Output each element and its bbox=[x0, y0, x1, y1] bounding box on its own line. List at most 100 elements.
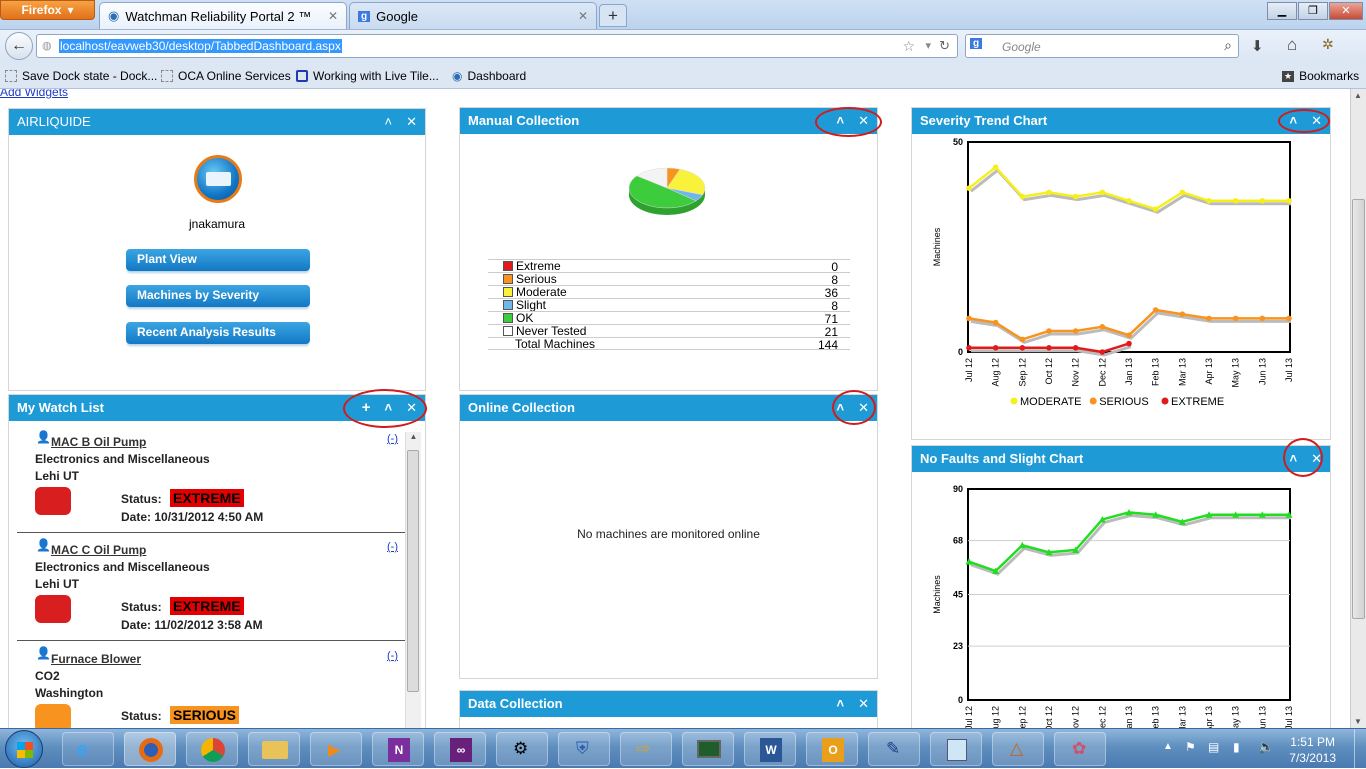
tools-icon[interactable]: ⚙ bbox=[496, 732, 548, 766]
remove-link[interactable]: (-) bbox=[387, 541, 398, 553]
search-input[interactable]: g Google ⌕ bbox=[965, 34, 1239, 58]
start-button[interactable] bbox=[5, 730, 43, 768]
machine-location: Lehi UT bbox=[35, 469, 79, 483]
drafting-icon[interactable]: △ bbox=[992, 732, 1044, 766]
close-tab-icon[interactable]: ✕ bbox=[328, 9, 338, 23]
network-icon[interactable]: ▮ bbox=[1233, 740, 1240, 754]
show-hidden-icons[interactable]: ▲ bbox=[1163, 741, 1173, 752]
firefox-menu-button[interactable]: Firefox ▾ bbox=[0, 0, 95, 20]
severity-trend-chart: 50 0 Machines Jul 12 Aug 12 Sep 12 Oct 12 Nov 1… bbox=[932, 138, 1294, 408]
tab-label: Google bbox=[376, 8, 419, 24]
machine-location: Lehi UT bbox=[35, 577, 79, 591]
annotation-circle bbox=[832, 390, 876, 425]
close-tab-icon[interactable]: ✕ bbox=[578, 9, 588, 23]
site-info-icon[interactable]: ◍ bbox=[42, 39, 52, 52]
maximize-button[interactable]: ❐ bbox=[1298, 2, 1328, 20]
file-transfer-icon[interactable]: ⇨ bbox=[620, 732, 672, 766]
pen-tool-icon[interactable]: ✎ bbox=[868, 732, 920, 766]
back-button[interactable]: ← bbox=[5, 32, 33, 60]
empty-message: No machines are monitored online bbox=[577, 527, 760, 541]
x-tick-label: Jan 13 bbox=[1124, 706, 1134, 728]
url-bar[interactable]: ◍ localhost/eavweb30/desktop/TabbedDashb… bbox=[36, 34, 958, 58]
bookmark-item[interactable]: Save Dock state - Dock... bbox=[5, 69, 157, 83]
minimize-button[interactable]: ▁ bbox=[1267, 2, 1297, 20]
firefox-icon[interactable] bbox=[124, 732, 176, 766]
internet-explorer-icon[interactable]: e bbox=[62, 732, 114, 766]
nofaults-panel: No Faults and Slight Chart ˄ ✕ 90 68 45 23 0 M… bbox=[911, 445, 1331, 728]
page-scrollbar[interactable]: ▲ ▼ bbox=[1350, 89, 1366, 728]
remove-link[interactable]: (-) bbox=[387, 433, 398, 445]
home-icon[interactable]: ⌂ bbox=[1287, 35, 1297, 55]
visual-studio-icon[interactable]: ∞ bbox=[434, 732, 486, 766]
x-tick-label: Aug 12 bbox=[991, 706, 1001, 728]
tab-bar: Firefox ▾ ◉ Watchman Reliability Portal 2… bbox=[0, 0, 1366, 30]
machine-name-link[interactable]: MAC B Oil Pump bbox=[51, 435, 146, 449]
remove-link[interactable]: (-) bbox=[387, 650, 398, 662]
status-label: Status: bbox=[121, 709, 162, 723]
bookmark-item[interactable]: ◉ Dashboard bbox=[452, 69, 526, 83]
taskbar-clock[interactable]: 1:51 PM 7/3/2013 bbox=[1289, 734, 1336, 766]
data-point bbox=[1126, 340, 1132, 347]
windows-taskbar: e ▶ N ∞ ⚙ ⛨ ⇨ W O ✎ △ ✿ ▲ ⚑ ▤ ▮ 🔈 1:51 P… bbox=[0, 728, 1366, 769]
close-window-button[interactable]: ✕ bbox=[1329, 2, 1363, 20]
media-player-icon[interactable]: ▶ bbox=[310, 732, 362, 766]
reload-icon[interactable]: ↻ bbox=[939, 38, 950, 54]
close-icon[interactable]: ✕ bbox=[406, 109, 417, 135]
data-point bbox=[1046, 345, 1052, 351]
collapse-icon[interactable]: ˄ bbox=[837, 691, 845, 717]
new-tab-button[interactable]: + bbox=[599, 4, 627, 27]
collapse-icon[interactable]: ˄ bbox=[385, 109, 393, 135]
shield-icon[interactable]: ⛨ bbox=[558, 732, 610, 766]
data-point bbox=[1046, 328, 1052, 334]
bookmarks-menu[interactable]: ★ Bookmarks bbox=[1282, 69, 1359, 83]
y-tick-label: 90 bbox=[953, 484, 963, 494]
tab-google[interactable]: g Google ✕ bbox=[349, 2, 597, 29]
plant-view-button[interactable]: Plant View bbox=[126, 249, 310, 271]
x-tick-label: Mar 13 bbox=[1177, 358, 1187, 386]
status-label: Status: bbox=[121, 600, 162, 614]
x-tick-label: Jun 13 bbox=[1257, 358, 1267, 385]
paint-icon[interactable]: ✿ bbox=[1054, 732, 1106, 766]
chrome-icon[interactable] bbox=[186, 732, 238, 766]
outlook-icon[interactable]: O bbox=[806, 732, 858, 766]
y-tick-label: 45 bbox=[953, 590, 963, 600]
addon-icon[interactable]: ✲ bbox=[1322, 36, 1334, 53]
file-explorer-icon[interactable] bbox=[248, 732, 300, 766]
star-icon[interactable]: ☆ bbox=[902, 38, 915, 55]
close-icon[interactable]: ✕ bbox=[858, 691, 869, 717]
word-icon[interactable]: W bbox=[744, 732, 796, 766]
machines-by-severity-button[interactable]: Machines by Severity bbox=[126, 285, 310, 307]
tab-watchman[interactable]: ◉ Watchman Reliability Portal 2 ™ ✕ bbox=[99, 2, 347, 29]
legend-row: Serious 8 bbox=[488, 272, 850, 287]
device-icon[interactable]: ▤ bbox=[1208, 740, 1219, 754]
onenote-icon[interactable]: N bbox=[372, 732, 424, 766]
download-icon[interactable]: ⬇ bbox=[1251, 37, 1264, 55]
tab-label: Watchman Reliability Portal 2 ™ bbox=[125, 8, 312, 24]
watchlist-scrollbar[interactable]: ▲ bbox=[405, 432, 421, 728]
recent-analysis-results-button[interactable]: Recent Analysis Results bbox=[126, 322, 310, 344]
data-point bbox=[1099, 324, 1106, 330]
notepad-icon[interactable] bbox=[930, 732, 982, 766]
severity-pie-chart bbox=[628, 167, 706, 215]
flag-icon[interactable]: ⚑ bbox=[1185, 740, 1196, 754]
url-text[interactable]: localhost/eavweb30/desktop/TabbedDashboa… bbox=[59, 39, 342, 53]
add-widgets-link[interactable]: Add Widgets bbox=[0, 89, 68, 99]
data-point bbox=[1152, 307, 1159, 313]
chevron-down-icon: ▾ bbox=[67, 3, 74, 17]
legend-marker bbox=[1010, 397, 1018, 405]
show-desktop-button[interactable] bbox=[1354, 729, 1366, 769]
magnifier-icon[interactable]: ⌕ bbox=[1224, 37, 1232, 54]
bookmark-item[interactable]: OCA Online Services bbox=[161, 69, 291, 83]
dropdown-icon[interactable]: ▾ bbox=[925, 39, 931, 52]
machine-name-link[interactable]: MAC C Oil Pump bbox=[51, 543, 146, 557]
monitor-icon[interactable] bbox=[682, 732, 734, 766]
blower-icon bbox=[35, 704, 71, 728]
page-scrollbar-thumb[interactable] bbox=[1352, 199, 1365, 619]
x-tick-label: Jul 13 bbox=[1284, 706, 1294, 728]
volume-icon[interactable]: 🔈 bbox=[1258, 739, 1274, 755]
machine-name-link[interactable]: Furnace Blower bbox=[51, 652, 141, 666]
x-tick-label: Oct 12 bbox=[1044, 358, 1054, 385]
panel-header: Online Collection ˄ ✕ bbox=[460, 395, 877, 421]
bookmark-item[interactable]: Working with Live Tile... bbox=[296, 69, 439, 83]
globe-icon: ◉ bbox=[452, 69, 463, 83]
